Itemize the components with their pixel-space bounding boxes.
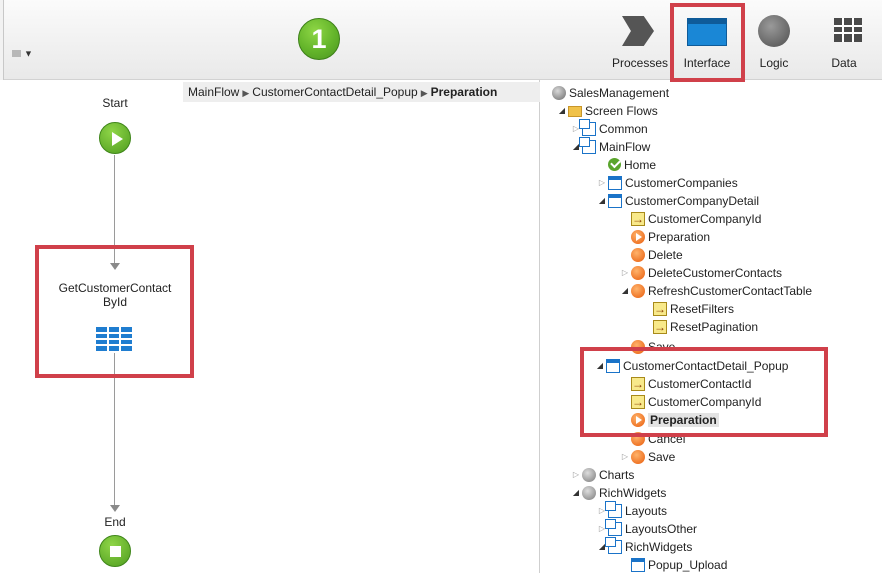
start-node-icon[interactable]: [99, 122, 131, 154]
expand-closed-icon[interactable]: ▷: [597, 174, 607, 192]
tab-logic[interactable]: Logic: [746, 0, 802, 80]
theme-module-icon: [582, 468, 596, 482]
tab-logic-label: Logic: [759, 56, 789, 70]
tree-item-refreshcustomercontacttable[interactable]: ◢ RefreshCustomerContactTable: [620, 282, 812, 300]
folder-icon: [568, 106, 582, 117]
app-window: ▼ 1 Processes Interface Logic Data MainF…: [0, 0, 882, 573]
tree-item-home[interactable]: Home: [597, 156, 656, 174]
tree-item-delete[interactable]: Delete: [620, 246, 683, 264]
tab-data[interactable]: Data: [806, 0, 882, 80]
tree-item-save-popup[interactable]: ▷ Save: [620, 448, 675, 466]
preparation-icon: [631, 230, 645, 244]
end-label: End: [104, 515, 126, 529]
expand-closed-icon[interactable]: ▷: [620, 264, 630, 282]
chevron-down-icon: ▼: [24, 48, 33, 59]
home-screen-icon: [608, 158, 621, 171]
expand-closed-icon[interactable]: ▷: [571, 466, 581, 484]
layer-tabs: Processes Interface Logic Data: [610, 0, 882, 80]
input-parameter-icon: [631, 210, 645, 228]
annotation-highlight-interface-tab: [670, 3, 745, 82]
tree-item-popup-upload[interactable]: Popup_Upload: [620, 556, 727, 573]
action-icon: [631, 266, 645, 280]
screen-icon: [608, 176, 622, 190]
tree-item-customercompanies[interactable]: ▷ CustomerCompanies: [597, 174, 738, 192]
flow-icon: [605, 519, 622, 536]
breadcrumb-item-screen[interactable]: CustomerContactDetail_Popup: [252, 85, 417, 99]
flow-icon: [605, 501, 622, 518]
breadcrumb-separator-icon: ▶: [242, 88, 250, 98]
flow-arrow-icon: [110, 505, 120, 512]
action-icon: [631, 450, 645, 464]
tree-item-layoutsother[interactable]: ▷ LayoutsOther: [597, 519, 697, 538]
breadcrumb-current: Preparation: [430, 85, 498, 99]
expand-open-icon[interactable]: ◢: [597, 192, 607, 210]
tree-item-richwidgets-flow[interactable]: ◢ RichWidgets: [597, 537, 692, 556]
processes-icon: [622, 16, 654, 46]
tree-item-deletecustomercontacts[interactable]: ▷ DeleteCustomerContacts: [620, 264, 782, 282]
theme-module-icon: [582, 486, 596, 500]
toolbar-dropdown[interactable]: ▼: [12, 48, 33, 59]
input-parameter-icon: [653, 300, 667, 318]
step-number-badge: 1: [298, 18, 340, 60]
grip-icon: [12, 49, 21, 57]
tree-item-screen-flows[interactable]: ◢ Screen Flows: [557, 102, 658, 120]
action-icon: [631, 284, 645, 298]
tree-item-richwidgets-module[interactable]: ◢ RichWidgets: [571, 484, 666, 502]
tab-processes-label: Processes: [611, 56, 669, 70]
expand-open-icon[interactable]: ◢: [620, 282, 630, 300]
start-label: Start: [102, 96, 128, 110]
data-icon: [834, 18, 862, 42]
module-icon: [552, 86, 566, 100]
tree-item-resetfilters[interactable]: ResetFilters: [642, 300, 734, 318]
flow-icon: [605, 537, 622, 554]
screen-icon: [631, 558, 645, 572]
top-toolbar: ▼ 1 Processes Interface Logic Data: [0, 0, 882, 80]
annotation-highlight-aggregate: [35, 245, 194, 378]
tree-item-mainflow[interactable]: ◢ MainFlow: [571, 137, 650, 156]
breadcrumb-item-mainflow[interactable]: MainFlow: [188, 85, 239, 99]
logic-icon: [758, 15, 790, 47]
tree-item-common[interactable]: ▷ Common: [571, 119, 648, 138]
tree-item-charts[interactable]: ▷ Charts: [571, 466, 634, 484]
screen-icon: [608, 194, 622, 208]
annotation-highlight-popup: [580, 347, 828, 437]
tab-data-label: Data: [831, 56, 857, 70]
tree-item-customercompanydetail[interactable]: ◢ CustomerCompanyDetail: [597, 192, 759, 210]
tree-item-salesmanagement[interactable]: SalesManagement: [551, 84, 669, 102]
flow-icon: [579, 137, 596, 154]
action-icon: [631, 248, 645, 262]
input-parameter-icon: [653, 318, 667, 336]
tree-item-input-customercompanyid[interactable]: CustomerCompanyId: [620, 210, 761, 228]
expand-open-icon[interactable]: ◢: [557, 102, 567, 120]
end-node-icon[interactable]: [99, 535, 131, 567]
expand-open-icon[interactable]: ◢: [571, 484, 581, 502]
breadcrumb-separator-icon: ▶: [420, 88, 428, 98]
tab-processes[interactable]: Processes: [610, 0, 670, 80]
tree-item-preparation[interactable]: Preparation: [620, 228, 710, 246]
tree-item-resetpagination[interactable]: ResetPagination: [642, 318, 758, 336]
flow-icon: [579, 119, 596, 136]
tree-item-layouts[interactable]: ▷ Layouts: [597, 501, 667, 520]
toolbar-edge: [0, 0, 4, 80]
expand-closed-icon[interactable]: ▷: [620, 448, 630, 466]
breadcrumb: MainFlow ▶ CustomerContactDetail_Popup ▶ Pre…: [183, 82, 540, 102]
